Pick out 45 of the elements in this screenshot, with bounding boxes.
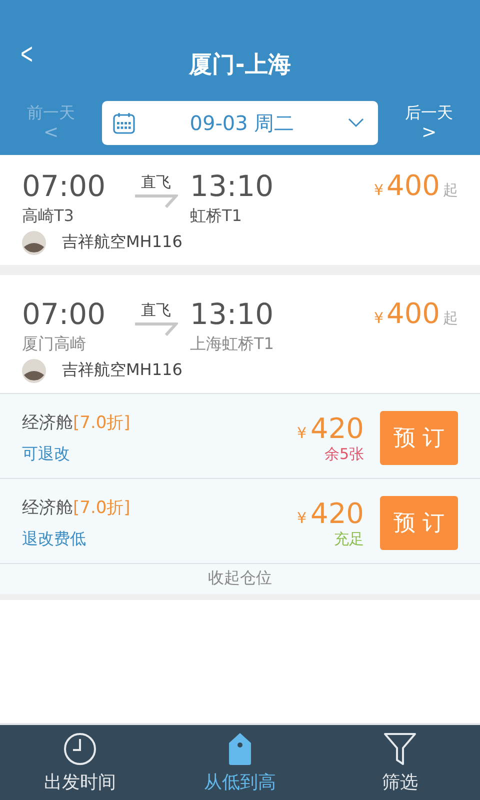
departure-airport: 高崎T3	[22, 206, 74, 227]
chevron-down-icon	[348, 118, 364, 128]
price: 400	[386, 169, 440, 202]
airline-logo-icon	[22, 358, 46, 383]
refund-policy: 可退改	[22, 444, 71, 465]
tab-item[interactable]: 出发时间	[0, 725, 160, 800]
cabin-class: 经济舱[7.0折]	[22, 412, 132, 434]
seat-availability: 余5张	[324, 444, 364, 464]
price-suffix: 起	[443, 181, 458, 200]
price: 400	[386, 296, 440, 330]
currency-symbol: ¥	[374, 308, 384, 327]
calendar-icon	[112, 111, 136, 135]
next-day-button[interactable]: 后一天 >	[386, 102, 472, 144]
refund-policy: 退改费低	[22, 528, 87, 550]
collapse-cabins-button[interactable]: 收起仓位	[0, 564, 480, 594]
flight-type: 直飞	[141, 300, 171, 320]
airline-logo-icon	[22, 230, 46, 255]
page-title: 厦门-上海	[189, 50, 291, 80]
book-button[interactable]: 预 订	[380, 496, 458, 550]
departure-airport: 厦门高崎	[22, 334, 86, 355]
fare-price: 420	[310, 412, 364, 445]
tab-item[interactable]: 从低到高	[160, 725, 320, 800]
departure-time: 07:00	[22, 169, 106, 204]
departure-time: 07:00	[22, 296, 106, 332]
currency-symbol: ¥	[297, 424, 307, 442]
date-picker[interactable]: 09-03 周二	[102, 101, 378, 145]
flight-type: 直飞	[141, 173, 171, 192]
airline-flight-number: 吉祥航空MH116	[62, 360, 182, 382]
filter-icon	[383, 732, 417, 766]
fare-price: 420	[310, 496, 364, 530]
currency-symbol: ¥	[374, 181, 384, 199]
airline-flight-number: 吉祥航空MH116	[62, 232, 182, 254]
tab-item[interactable]: 筛选	[320, 725, 480, 800]
arrival-airport: 虹桥T1	[190, 206, 242, 227]
currency-symbol: ¥	[297, 508, 307, 527]
price-suffix: 起	[443, 308, 458, 328]
clock-icon	[63, 732, 97, 766]
arrival-time: 13:10	[190, 296, 274, 332]
tag-icon	[228, 732, 252, 766]
arrival-time: 13:10	[190, 169, 274, 204]
back-button[interactable]: <	[20, 40, 33, 70]
cabin-class: 经济舱[7.0折]	[22, 496, 132, 519]
book-button[interactable]: 预 订	[380, 410, 458, 465]
seat-availability: 充足	[334, 530, 364, 549]
arrival-airport: 上海虹桥T1	[190, 334, 274, 355]
